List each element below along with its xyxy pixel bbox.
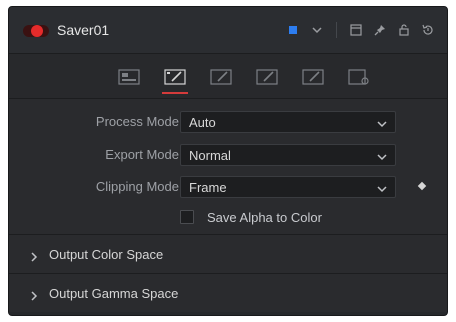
tab-bar (9, 54, 447, 99)
output-color-space-section[interactable]: Output Color Space (9, 235, 447, 274)
output-gamma-space-section[interactable]: Output Gamma Space (9, 274, 447, 312)
chevron-down-icon[interactable] (308, 21, 326, 39)
window-icon[interactable] (347, 21, 365, 39)
controls-area: Process Mode Auto Export Mode Normal Cli… (9, 99, 447, 235)
tab-4[interactable] (255, 66, 279, 88)
node-enable-toggle[interactable] (23, 25, 49, 37)
header-separator (336, 22, 337, 38)
node-header: Saver01 (9, 7, 447, 54)
tab-5[interactable] (301, 66, 325, 88)
save-alpha-row: Save Alpha to Color (9, 209, 447, 231)
section-title: Output Gamma Space (49, 286, 179, 301)
process-mode-label: Process Mode (95, 114, 179, 129)
toggle-knob (31, 25, 43, 37)
controls-tab[interactable] (163, 66, 187, 88)
process-mode-value: Auto (189, 115, 216, 130)
settings-tab[interactable] (347, 66, 371, 88)
export-mode-dropdown[interactable]: Normal (180, 144, 396, 166)
section-title: Output Color Space (49, 247, 164, 262)
chevron-down-icon (377, 116, 387, 134)
header-icons (284, 21, 437, 39)
tab-3[interactable] (209, 66, 233, 88)
io-tab[interactable] (117, 66, 141, 88)
pin-icon[interactable] (371, 21, 389, 39)
clipping-mode-value: Frame (189, 180, 227, 195)
keyframe-diamond-icon[interactable] (417, 181, 427, 191)
chevron-down-icon (377, 181, 387, 199)
save-alpha-checkbox[interactable] (180, 210, 194, 224)
clipping-mode-label: Clipping Mode (95, 179, 179, 194)
process-mode-dropdown[interactable]: Auto (180, 111, 396, 133)
node-title: Saver01 (57, 22, 110, 38)
export-mode-value: Normal (189, 148, 231, 163)
chevron-right-icon (29, 249, 39, 267)
process-mode-row: Process Mode Auto (9, 111, 447, 133)
chevron-down-icon (377, 149, 387, 167)
lock-icon[interactable] (395, 21, 413, 39)
save-alpha-label: Save Alpha to Color (207, 210, 322, 225)
inspector-panel: Saver01 Process Mode Auto Export Mode No… (8, 6, 448, 316)
export-mode-label: Export Mode (105, 147, 179, 162)
color-swatch-icon[interactable] (284, 21, 302, 39)
export-mode-row: Export Mode Normal (9, 144, 447, 166)
reset-icon[interactable] (419, 21, 437, 39)
chevron-right-icon (29, 288, 39, 306)
clipping-mode-dropdown[interactable]: Frame (180, 176, 396, 198)
active-tab-indicator (162, 92, 188, 94)
clipping-mode-row: Clipping Mode Frame (9, 176, 447, 198)
